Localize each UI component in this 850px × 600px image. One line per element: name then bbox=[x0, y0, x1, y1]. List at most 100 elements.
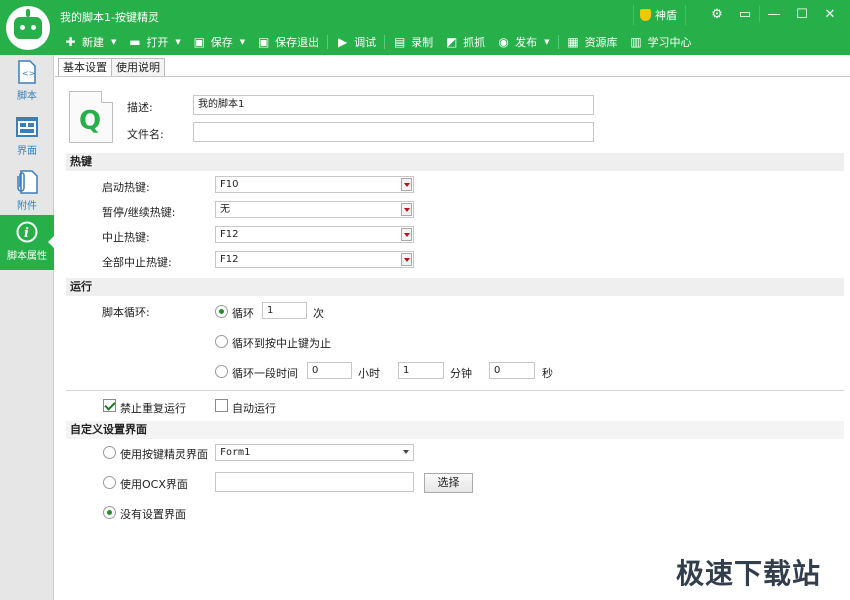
stop-hotkey-label: 中止热键: bbox=[102, 231, 150, 244]
no-repeat-checkbox[interactable] bbox=[103, 399, 116, 412]
auto-run-checkbox[interactable] bbox=[215, 399, 228, 412]
sidebar-item-interface[interactable]: 界面 bbox=[0, 110, 54, 165]
loop-until-stop-label: 循环到按中止键为止 bbox=[232, 337, 331, 350]
close-button[interactable]: ✕ bbox=[816, 3, 844, 25]
save-label: 保存 bbox=[210, 36, 233, 49]
debug-button[interactable]: ▶ 调试 bbox=[330, 31, 382, 53]
interface-icon bbox=[15, 115, 39, 139]
stop-all-hotkey-label: 全部中止热键: bbox=[102, 256, 172, 269]
use-ocx-ui-label: 使用OCX界面 bbox=[120, 478, 188, 491]
plus-icon: ✚ bbox=[65, 35, 76, 49]
svg-text:i: i bbox=[24, 226, 29, 241]
loop-count-label: 循环 bbox=[232, 307, 254, 320]
seconds-unit: 秒 bbox=[542, 367, 553, 380]
sidebar-item-label: 脚本 bbox=[17, 91, 37, 102]
sidebar-item-script[interactable]: <> 脚本 bbox=[0, 55, 54, 110]
dropdown-arrow-icon[interactable] bbox=[401, 446, 412, 459]
record-label: 录制 bbox=[411, 36, 434, 49]
sidebar-item-script-properties[interactable]: i 脚本属性 bbox=[0, 215, 55, 270]
save-exit-button[interactable]: ▣ 保存退出 bbox=[251, 31, 325, 53]
chevron-down-icon[interactable]: ▼ bbox=[544, 38, 549, 46]
loop-until-stop-radio[interactable] bbox=[215, 335, 228, 348]
script-icon: <> bbox=[15, 60, 39, 84]
dropdown-arrow-icon[interactable] bbox=[401, 178, 412, 191]
debug-label: 调试 bbox=[354, 36, 377, 49]
maximize-button[interactable]: ☐ bbox=[788, 3, 816, 25]
skin-icon[interactable]: ▭ bbox=[731, 3, 759, 25]
open-label: 打开 bbox=[146, 36, 169, 49]
record-button[interactable]: ▤ 录制 bbox=[387, 31, 439, 53]
capture-button[interactable]: ◩ 抓抓 bbox=[439, 31, 491, 53]
sidebar-item-label: 附件 bbox=[17, 201, 37, 212]
publish-label: 发布 bbox=[515, 36, 538, 49]
no-custom-ui-radio[interactable] bbox=[103, 506, 116, 519]
stop-all-hotkey-value: F12 bbox=[220, 254, 239, 265]
minimize-button[interactable]: — bbox=[760, 3, 788, 25]
window-controls: ⚙ ▭ — ☐ ✕ bbox=[703, 3, 844, 25]
choose-ocx-button[interactable]: 选择 bbox=[424, 473, 473, 493]
save-exit-label: 保存退出 bbox=[275, 36, 320, 49]
start-hotkey-value: F10 bbox=[220, 179, 239, 190]
shendun-button[interactable]: 神盾 bbox=[633, 5, 686, 25]
info-icon: i bbox=[15, 220, 39, 244]
tab-usage-instructions[interactable]: 使用说明 bbox=[111, 58, 165, 77]
capture-label: 抓抓 bbox=[463, 36, 486, 49]
stop-hotkey-value: F12 bbox=[220, 229, 239, 240]
seconds-input[interactable]: 0 bbox=[489, 362, 535, 379]
builtin-form-select[interactable]: Form1 bbox=[215, 444, 414, 461]
sidebar-item-attachment[interactable]: 附件 bbox=[0, 165, 54, 220]
chevron-down-icon[interactable]: ▼ bbox=[175, 38, 180, 46]
options-divider bbox=[66, 390, 844, 391]
play-icon: ▶ bbox=[338, 35, 348, 49]
minutes-input[interactable]: 1 bbox=[398, 362, 444, 379]
script-loop-label: 脚本循环: bbox=[102, 306, 150, 319]
shield-icon bbox=[640, 9, 651, 21]
description-input[interactable]: 我的脚本1 bbox=[193, 95, 594, 115]
no-repeat-label: 禁止重复运行 bbox=[120, 402, 186, 415]
loop-timed-label: 循环一段时间 bbox=[232, 367, 298, 380]
new-button[interactable]: ✚ 新建 ▼ bbox=[58, 31, 122, 53]
loop-count-unit: 次 bbox=[313, 307, 324, 320]
learning-icon: ▥ bbox=[630, 35, 642, 49]
save-button[interactable]: ▣ 保存 ▼ bbox=[187, 31, 251, 53]
custom-ui-section-header: 自定义设置界面 bbox=[66, 421, 844, 439]
ocx-path-input[interactable] bbox=[215, 472, 414, 492]
properties-panel: 基本设置 使用说明 Q 描述: 我的脚本1 文件名: 热键 启动热键: F10 … bbox=[55, 55, 850, 600]
dropdown-arrow-icon[interactable] bbox=[401, 203, 412, 216]
publish-button[interactable]: ◉ 发布 ▼ bbox=[491, 31, 555, 53]
filename-label: 文件名: bbox=[127, 128, 164, 141]
use-builtin-ui-radio[interactable] bbox=[103, 446, 116, 459]
pause-hotkey-select[interactable]: 无 bbox=[215, 201, 414, 218]
pause-hotkey-value: 无 bbox=[220, 204, 230, 215]
use-ocx-ui-radio[interactable] bbox=[103, 476, 116, 489]
learning-center-button[interactable]: ▥ 学习中心 bbox=[624, 31, 698, 53]
capture-icon: ◩ bbox=[446, 35, 458, 49]
auto-run-label: 自动运行 bbox=[232, 402, 276, 415]
hours-unit: 小时 bbox=[358, 367, 380, 380]
minutes-unit: 分钟 bbox=[450, 367, 472, 380]
dropdown-arrow-icon[interactable] bbox=[401, 253, 412, 266]
loop-count-radio[interactable] bbox=[215, 305, 228, 318]
shendun-label: 神盾 bbox=[655, 9, 677, 22]
stop-all-hotkey-select[interactable]: F12 bbox=[215, 251, 414, 268]
chevron-down-icon[interactable]: ▼ bbox=[240, 38, 245, 46]
title-bar: 我的脚本1-按键精灵 神盾 ⚙ ▭ — ☐ ✕ ✚ 新建 ▼ ▬ 打开 ▼ ▣ … bbox=[0, 0, 850, 55]
loop-timed-radio[interactable] bbox=[215, 365, 228, 378]
chevron-down-icon[interactable]: ▼ bbox=[111, 38, 116, 46]
svg-text:<>: <> bbox=[22, 69, 35, 78]
settings-gear-icon[interactable]: ⚙ bbox=[703, 3, 731, 25]
no-custom-ui-label: 没有设置界面 bbox=[120, 508, 186, 521]
hours-input[interactable]: 0 bbox=[307, 362, 352, 379]
tab-basic-settings[interactable]: 基本设置 bbox=[58, 58, 112, 77]
filename-input[interactable] bbox=[193, 122, 594, 142]
description-label: 描述: bbox=[127, 101, 153, 114]
watermark-logo: 极速下载站 bbox=[676, 557, 822, 590]
open-button[interactable]: ▬ 打开 ▼ bbox=[122, 31, 186, 53]
start-hotkey-select[interactable]: F10 bbox=[215, 176, 414, 193]
sidebar: <> 脚本 界面 附件 i 脚本属性 bbox=[0, 55, 55, 600]
dropdown-arrow-icon[interactable] bbox=[401, 228, 412, 241]
record-icon: ▤ bbox=[394, 35, 406, 49]
stop-hotkey-select[interactable]: F12 bbox=[215, 226, 414, 243]
resources-button[interactable]: ▦ 资源库 bbox=[561, 31, 624, 53]
loop-count-input[interactable]: 1 bbox=[262, 302, 307, 319]
